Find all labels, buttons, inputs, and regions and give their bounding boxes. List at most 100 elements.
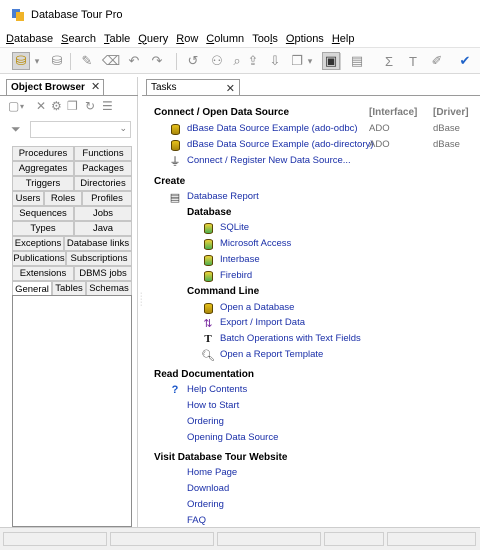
clear-icon[interactable]: ⌫	[102, 52, 120, 70]
object-tab-types[interactable]: Types	[12, 221, 74, 236]
record-view-icon[interactable]: ▣	[322, 52, 340, 70]
documentation-link[interactable]: How to Start	[187, 400, 239, 411]
command-line-link[interactable]: Open a Report Template	[220, 349, 323, 360]
menu-item[interactable]: Query	[138, 33, 168, 45]
object-browser-title: Object Browser	[11, 82, 85, 93]
object-browser-panel: Object Browser ✕ ▢ ▾ ✕ ⚙ ❐ ↻ ☰ ⏷ ⌄ Proce…	[0, 77, 138, 527]
command-line-link[interactable]: Export / Import Data	[220, 317, 305, 328]
object-tab-publications[interactable]: Publications	[12, 251, 66, 266]
chevron-down-icon[interactable]: ⌄	[119, 123, 127, 134]
text-icon[interactable]: T	[404, 52, 422, 70]
object-tab-aggregates[interactable]: Aggregates	[12, 161, 74, 176]
splitter-handle[interactable]: · · · · ·	[140, 290, 142, 309]
documentation-section-title: Read Documentation	[154, 369, 255, 380]
copy-icon[interactable]: ❐	[67, 99, 78, 113]
menu-item[interactable]: Column	[206, 33, 244, 45]
menu-item-accelerator: H	[331, 32, 340, 45]
filter-combobox[interactable]: ⌄	[30, 121, 131, 138]
status-cell	[3, 532, 107, 546]
toolbar-separator	[340, 53, 341, 70]
connect-section-title: Connect / Open Data Source	[154, 107, 290, 118]
menu-item-text: uery	[146, 32, 169, 45]
menu-item[interactable]: Row	[176, 33, 198, 45]
object-browser-tab[interactable]: Object Browser	[6, 79, 104, 96]
command-line-link[interactable]: Batch Operations with Text Fields	[220, 333, 361, 344]
list-view-icon[interactable]: ☰	[102, 99, 113, 113]
database-report-link[interactable]: Database Report	[187, 191, 259, 202]
website-link[interactable]: FAQ	[187, 515, 206, 526]
data-source-link[interactable]: dBase Data Source Example (ado-directory…	[187, 139, 373, 150]
object-tab-database-links[interactable]: Database links	[64, 236, 132, 251]
object-tab-directories[interactable]: Directories	[74, 176, 132, 191]
object-tab-exceptions[interactable]: Exceptions	[12, 236, 64, 251]
close-database-icon[interactable]: ⛁	[48, 52, 66, 70]
menu-item[interactable]: Database	[6, 33, 53, 45]
object-tab-packages[interactable]: Packages	[74, 161, 132, 176]
object-tab-dbms-jobs[interactable]: DBMS jobs	[74, 266, 132, 281]
object-tab-users[interactable]: Users	[12, 191, 44, 206]
object-tab-schemas[interactable]: Schemas	[86, 281, 132, 296]
menu-item[interactable]: Table	[104, 33, 130, 45]
redo-icon[interactable]: ↷	[148, 52, 166, 70]
checkmark-icon[interactable]: ✔	[456, 52, 474, 70]
driver-column-header: [Driver]	[433, 107, 469, 118]
object-tab-sequences[interactable]: Sequences	[12, 206, 74, 221]
binoculars-icon[interactable]: ⚇	[208, 52, 226, 70]
object-list[interactable]	[12, 295, 132, 527]
object-tab-roles[interactable]: Roles	[44, 191, 82, 206]
create-database-link[interactable]: Microsoft Access	[220, 238, 291, 249]
menu-item-text: Too	[252, 32, 270, 45]
close-icon[interactable]: ✕	[226, 82, 235, 95]
menu-item-text: s	[272, 32, 278, 45]
new-object-icon[interactable]: ▢	[8, 99, 19, 113]
website-link[interactable]: Ordering	[187, 499, 224, 510]
close-icon[interactable]: ✕	[91, 80, 100, 93]
dropdown-arrow-icon[interactable]: ▾	[20, 102, 24, 111]
sum-icon[interactable]: Σ	[380, 52, 398, 70]
object-tab-procedures[interactable]: Procedures	[12, 146, 74, 161]
copy-icon[interactable]: ❐	[288, 52, 306, 70]
object-tab-java[interactable]: Java	[74, 221, 132, 236]
website-link[interactable]: Download	[187, 483, 229, 494]
filter-icon[interactable]: ⏷	[11, 122, 21, 137]
properties-icon[interactable]: ⚙	[51, 99, 62, 113]
menu-item[interactable]: Options	[286, 33, 324, 45]
object-tab-extensions[interactable]: Extensions	[12, 266, 74, 281]
documentation-link[interactable]: Help Contents	[187, 384, 247, 395]
object-tab-triggers[interactable]: Triggers	[12, 176, 74, 191]
menu-item[interactable]: Tools	[252, 33, 278, 45]
open-database-icon[interactable]: ⛁	[12, 52, 30, 70]
edit-icon[interactable]: ✎	[78, 52, 96, 70]
undo-icon[interactable]: ↶	[125, 52, 143, 70]
refresh-icon[interactable]: ↻	[85, 99, 95, 113]
object-tab-tables[interactable]: Tables	[52, 281, 86, 296]
dropdown-arrow-icon[interactable]: ▾	[33, 52, 41, 70]
tasks-tab[interactable]: Tasks ✕	[146, 79, 240, 96]
menu-item-text: atabase	[13, 32, 54, 45]
new-database-icon	[202, 238, 214, 250]
website-link[interactable]: Home Page	[187, 467, 237, 478]
export-icon[interactable]: ⇪	[244, 52, 262, 70]
window-title: Database Tour Pro	[31, 9, 123, 21]
report-icon[interactable]: ▤	[348, 52, 366, 70]
object-tab-profiles[interactable]: Profiles	[82, 191, 132, 206]
edit-text-icon[interactable]: ✐	[428, 52, 446, 70]
object-tab-functions[interactable]: Functions	[74, 146, 132, 161]
create-database-link[interactable]: Firebird	[220, 270, 252, 281]
documentation-link[interactable]: Opening Data Source	[187, 432, 278, 443]
command-line-link[interactable]: Open a Database	[220, 302, 294, 313]
register-data-source-link[interactable]: Connect / Register New Data Source...	[187, 155, 351, 166]
documentation-link[interactable]: Ordering	[187, 416, 224, 427]
object-tab-jobs[interactable]: Jobs	[74, 206, 132, 221]
create-database-link[interactable]: SQLite	[220, 222, 249, 233]
data-source-link[interactable]: dBase Data Source Example (ado-odbc)	[187, 123, 358, 134]
menu-item[interactable]: Help	[332, 33, 355, 45]
cancel-icon[interactable]: ↺	[184, 52, 202, 70]
import-icon[interactable]: ⇩	[266, 52, 284, 70]
menu-item[interactable]: Search	[61, 33, 96, 45]
object-tab-subscriptions[interactable]: Subscriptions	[66, 251, 132, 266]
create-database-link[interactable]: Interbase	[220, 254, 260, 265]
dropdown-arrow-icon[interactable]: ▾	[306, 52, 314, 70]
tasks-tab-label: Tasks	[151, 82, 177, 93]
delete-icon[interactable]: ✕	[36, 99, 46, 113]
